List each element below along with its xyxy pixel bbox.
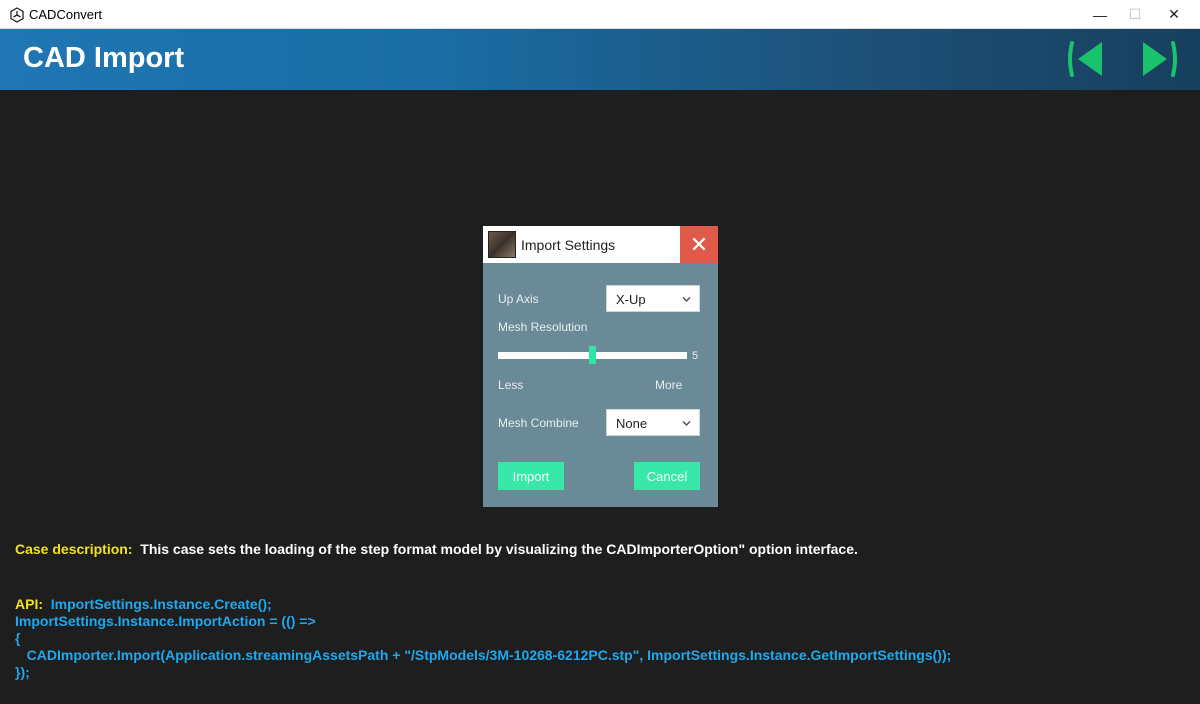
api-label: API: bbox=[15, 596, 43, 612]
unity-logo-icon bbox=[10, 7, 24, 23]
window-title: CADConvert bbox=[29, 7, 102, 22]
up-axis-label: Up Axis bbox=[498, 292, 539, 306]
code-line: }); bbox=[15, 664, 30, 680]
cancel-button[interactable]: Cancel bbox=[634, 462, 700, 490]
prev-arrow-icon[interactable] bbox=[1066, 40, 1108, 78]
mesh-combine-value: None bbox=[616, 416, 648, 431]
up-axis-value: X-Up bbox=[616, 292, 646, 307]
window-titlebar: CADConvert — ☐ ✕ bbox=[0, 0, 1200, 29]
import-button[interactable]: Import bbox=[498, 462, 564, 490]
case-description-label: Case description: bbox=[15, 541, 133, 557]
dialog-header: Import Settings ✕ bbox=[483, 226, 718, 263]
import-settings-dialog: Import Settings ✕ Up Axis X-Up Mesh Reso… bbox=[483, 226, 718, 507]
code-line: ImportSettings.Instance.Create(); bbox=[50, 596, 272, 612]
slider-handle[interactable] bbox=[589, 346, 596, 364]
case-description-text: This case sets the loading of the step f… bbox=[140, 541, 858, 557]
dialog-thumbnail bbox=[488, 231, 516, 258]
dialog-title: Import Settings bbox=[521, 237, 616, 253]
dialog-close-button[interactable]: ✕ bbox=[680, 226, 718, 263]
mesh-combine-select[interactable]: None bbox=[606, 409, 700, 436]
maximize-button[interactable]: ☐ bbox=[1113, 0, 1157, 29]
page-title: CAD Import bbox=[23, 42, 185, 74]
next-arrow-icon[interactable] bbox=[1137, 40, 1179, 78]
api-line-1: API: ImportSettings.Instance.Create(); bbox=[15, 596, 272, 612]
close-window-button[interactable]: ✕ bbox=[1152, 0, 1196, 29]
case-description: Case description: This case sets the loa… bbox=[15, 541, 858, 557]
close-icon: ✕ bbox=[689, 231, 709, 257]
code-line: { bbox=[15, 630, 21, 646]
app-header: CAD Import bbox=[0, 29, 1200, 90]
mesh-combine-label: Mesh Combine bbox=[498, 416, 579, 430]
chevron-down-icon bbox=[682, 421, 691, 426]
slider-max-label: More bbox=[655, 378, 683, 392]
chevron-down-icon bbox=[682, 297, 691, 302]
slider-min-label: Less bbox=[498, 378, 524, 392]
code-line: ImportSettings.Instance.ImportAction = (… bbox=[15, 613, 316, 629]
up-axis-select[interactable]: X-Up bbox=[606, 285, 700, 312]
code-line: CADImporter.Import(Application.streaming… bbox=[15, 647, 952, 663]
mesh-resolution-value: 5 bbox=[692, 350, 699, 362]
mesh-resolution-label: Mesh Resolution bbox=[498, 320, 588, 334]
